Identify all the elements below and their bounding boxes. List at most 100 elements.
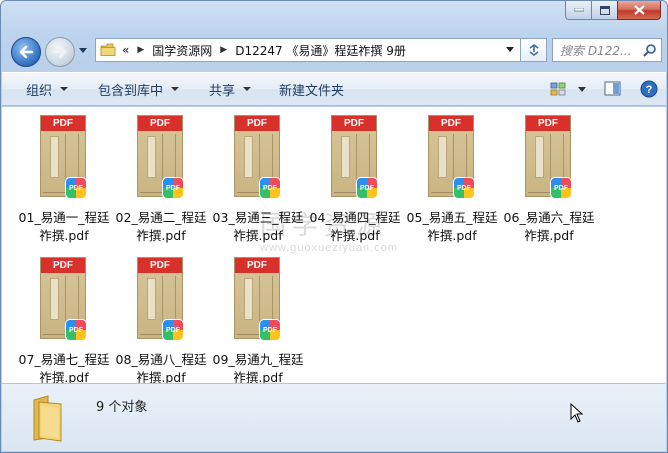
breadcrumb-overflow[interactable]: « bbox=[122, 43, 129, 57]
close-button[interactable] bbox=[617, 1, 661, 20]
maximize-icon bbox=[599, 5, 610, 15]
pdf-band-label: PDF bbox=[41, 116, 85, 131]
item-count: 9 个对象 bbox=[96, 400, 148, 415]
file-item[interactable]: PDF PDF 06_易通六_程廷 祚撰.pdf bbox=[501, 111, 597, 243]
file-name-line: 01_易通一_程廷 bbox=[18, 210, 110, 225]
include-in-library-label: 包含到库中 bbox=[98, 83, 164, 99]
new-folder-button[interactable]: 新建文件夹 bbox=[263, 73, 356, 105]
svg-text:?: ? bbox=[646, 84, 653, 96]
history-dropdown-icon[interactable] bbox=[79, 48, 87, 53]
file-name-line: 05_易通五_程廷 bbox=[406, 210, 498, 225]
title-slip bbox=[50, 136, 59, 178]
pdf-band-label: PDF bbox=[526, 116, 570, 131]
folder-icon bbox=[100, 43, 116, 56]
preview-pane-icon[interactable] bbox=[604, 81, 622, 97]
file-name-line: 02_易通二_程廷 bbox=[115, 210, 207, 225]
pdf-app-icon: PDF bbox=[453, 177, 475, 199]
file-name: 09_易通九_程廷 祚撰.pdf bbox=[208, 351, 308, 387]
close-icon bbox=[633, 5, 645, 15]
file-item[interactable]: PDF PDF 09_易通九_程廷 祚撰.pdf bbox=[210, 253, 306, 385]
organize-label: 组织 bbox=[26, 83, 53, 99]
forward-button[interactable] bbox=[45, 37, 75, 67]
file-name-line: 06_易通六_程廷 bbox=[503, 210, 595, 225]
chevron-down-icon bbox=[60, 87, 69, 91]
file-name-line: 祚撰.pdf bbox=[39, 228, 89, 243]
pdf-band-label: PDF bbox=[138, 116, 182, 131]
minimize-button[interactable] bbox=[565, 1, 591, 20]
file-name-line: 07_易通七_程廷 bbox=[18, 352, 110, 367]
file-name-line: 祚撰.pdf bbox=[136, 228, 186, 243]
file-item[interactable]: PDF PDF 04_易通四_程廷 祚撰.pdf bbox=[307, 111, 403, 243]
pdf-app-icon: PDF bbox=[65, 319, 87, 341]
include-in-library-menu[interactable]: 包含到库中 bbox=[80, 73, 191, 105]
pdf-thumbnail: PDF PDF bbox=[35, 115, 91, 203]
file-item[interactable]: PDF PDF 01_易通一_程廷 祚撰.pdf bbox=[16, 111, 112, 243]
maximize-button[interactable] bbox=[591, 1, 617, 20]
file-name: 05_易通五_程廷 祚撰.pdf bbox=[402, 209, 502, 245]
arrow-right-icon bbox=[52, 45, 67, 59]
mouse-pointer-icon bbox=[570, 403, 584, 423]
pdf-thumbnail: PDF PDF bbox=[229, 115, 285, 203]
breadcrumb-separator-icon: ▶ bbox=[220, 45, 228, 55]
pdf-thumbnail: PDF PDF bbox=[520, 115, 576, 203]
search-input[interactable]: 搜索 D122... bbox=[552, 38, 662, 62]
share-menu[interactable]: 共享 bbox=[191, 73, 263, 105]
chevron-down-icon bbox=[171, 87, 180, 91]
pdf-band-label: PDF bbox=[235, 116, 279, 131]
title-slip bbox=[244, 278, 253, 320]
help-icon[interactable]: ? bbox=[640, 80, 658, 98]
pdf-app-icon: PDF bbox=[162, 319, 184, 341]
pdf-app-icon: PDF bbox=[259, 319, 281, 341]
view-dropdown-icon[interactable] bbox=[578, 86, 586, 92]
file-name-line: 祚撰.pdf bbox=[330, 228, 380, 243]
file-name: 04_易通四_程廷 祚撰.pdf bbox=[305, 209, 405, 245]
address-dropdown-icon[interactable] bbox=[506, 47, 514, 52]
new-folder-label: 新建文件夹 bbox=[279, 83, 345, 99]
back-button[interactable] bbox=[11, 37, 41, 67]
pdf-band-label: PDF bbox=[138, 258, 182, 273]
pdf-thumbnail: PDF PDF bbox=[132, 257, 188, 345]
breadcrumb: « ▶ 国学资源网 ▶ D12247 《易通》程廷祚撰 9册 bbox=[122, 42, 406, 59]
file-name-line: 04_易通四_程廷 bbox=[309, 210, 401, 225]
title-slip bbox=[147, 136, 156, 178]
file-name-line: 祚撰.pdf bbox=[427, 228, 477, 243]
file-name: 02_易通二_程廷 祚撰.pdf bbox=[111, 209, 211, 245]
title-slip bbox=[244, 136, 253, 178]
pdf-thumbnail: PDF PDF bbox=[326, 115, 382, 203]
details-pane: 9 个对象 bbox=[2, 383, 666, 451]
address-bar[interactable]: « ▶ 国学资源网 ▶ D12247 《易通》程廷祚撰 9册 bbox=[95, 38, 521, 62]
explorer-window: « ▶ 国学资源网 ▶ D12247 《易通》程廷祚撰 9册 搜索 D122..… bbox=[0, 0, 668, 453]
search-icon[interactable] bbox=[643, 43, 657, 57]
organize-menu[interactable]: 组织 bbox=[2, 73, 80, 105]
folder-large-icon bbox=[33, 395, 62, 442]
file-name-line: 09_易通九_程廷 bbox=[212, 352, 304, 367]
file-item[interactable]: PDF PDF 02_易通二_程廷 祚撰.pdf bbox=[113, 111, 209, 243]
file-name-line: 祚撰.pdf bbox=[524, 228, 574, 243]
file-list-pane[interactable]: 国学资源 www.guoxueziyuan.com PDF PDF 01_易通一_程… bbox=[2, 107, 666, 385]
file-name: 08_易通八_程廷 祚撰.pdf bbox=[111, 351, 211, 387]
pdf-app-icon: PDF bbox=[356, 177, 378, 199]
refresh-button[interactable] bbox=[521, 38, 547, 62]
refresh-icon bbox=[529, 44, 538, 56]
chevron-down-icon bbox=[243, 87, 252, 91]
file-item[interactable]: PDF PDF 08_易通八_程廷 祚撰.pdf bbox=[113, 253, 209, 385]
pdf-band-label: PDF bbox=[41, 258, 85, 273]
title-slip bbox=[50, 278, 59, 320]
title-slip bbox=[438, 136, 447, 178]
command-bar: 组织 包含到库中 共享 新建文件夹 ? bbox=[2, 72, 666, 106]
search-placeholder: 搜索 D122... bbox=[560, 43, 632, 58]
breadcrumb-item[interactable]: 国学资源网 bbox=[152, 42, 212, 59]
title-slip bbox=[535, 136, 544, 178]
file-item[interactable]: PDF PDF 03_易通三_程廷 祚撰.pdf bbox=[210, 111, 306, 243]
pdf-thumbnail: PDF PDF bbox=[132, 115, 188, 203]
pdf-thumbnail: PDF PDF bbox=[35, 257, 91, 345]
change-view-icon[interactable] bbox=[550, 81, 568, 97]
breadcrumb-item[interactable]: D12247 《易通》程廷祚撰 9册 bbox=[235, 42, 406, 59]
file-item[interactable]: PDF PDF 05_易通五_程廷 祚撰.pdf bbox=[404, 111, 500, 243]
breadcrumb-separator-icon: ▶ bbox=[137, 45, 145, 55]
title-slip bbox=[147, 278, 156, 320]
file-item[interactable]: PDF PDF 07_易通七_程廷 祚撰.pdf bbox=[16, 253, 112, 385]
file-name-line: 08_易通八_程廷 bbox=[115, 352, 207, 367]
pdf-thumbnail: PDF PDF bbox=[423, 115, 479, 203]
file-name-line: 03_易通三_程廷 bbox=[212, 210, 304, 225]
